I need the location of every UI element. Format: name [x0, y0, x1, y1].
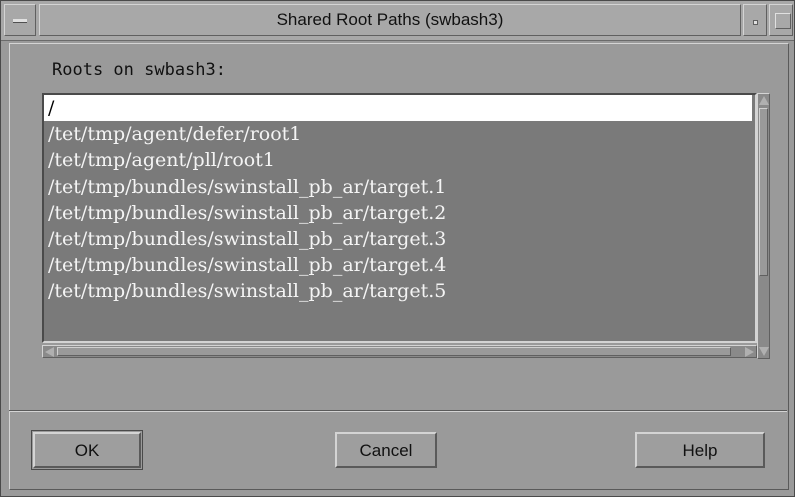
help-button-frame: Help — [633, 430, 767, 470]
maximize-icon — [775, 13, 791, 29]
vertical-scroll-thumb[interactable] — [759, 108, 768, 276]
roots-label: Roots on swbash3: — [52, 60, 226, 80]
ok-button-default-frame: OK — [31, 430, 143, 470]
list-item[interactable]: /tet/tmp/bundles/swinstall_pb_ar/target.… — [44, 252, 752, 278]
list-item[interactable]: /tet/tmp/bundles/swinstall_pb_ar/target.… — [44, 200, 752, 226]
list-item[interactable]: /tet/tmp/agent/defer/root1 — [44, 121, 752, 147]
scroll-left-arrow-icon[interactable] — [45, 347, 54, 357]
list-item[interactable]: /tet/tmp/bundles/swinstall_pb_ar/target.… — [44, 226, 752, 252]
horizontal-scroll-thumb[interactable] — [57, 347, 731, 356]
roots-list[interactable]: //tet/tmp/agent/defer/root1/tet/tmp/agen… — [44, 95, 752, 341]
ok-button[interactable]: OK — [33, 432, 141, 468]
minimize-icon — [753, 20, 758, 25]
scroll-down-arrow-icon[interactable] — [759, 347, 769, 356]
cancel-button[interactable]: Cancel — [335, 432, 437, 468]
minimize-button[interactable] — [743, 4, 767, 36]
list-item[interactable]: /tet/tmp/agent/pll/root1 — [44, 147, 752, 173]
window-menu-icon — [13, 19, 27, 23]
window-title[interactable]: Shared Root Paths (swbash3) — [39, 4, 741, 36]
horizontal-scrollbar[interactable] — [42, 345, 757, 358]
list-item[interactable]: / — [44, 95, 752, 122]
vertical-scrollbar[interactable] — [757, 93, 770, 359]
scroll-up-arrow-icon[interactable] — [759, 96, 769, 105]
help-button[interactable]: Help — [635, 432, 765, 468]
scroll-right-arrow-icon[interactable] — [745, 347, 754, 357]
title-bar[interactable]: Shared Root Paths (swbash3) — [1, 1, 794, 41]
button-separator — [9, 410, 787, 412]
window-menu-button[interactable] — [4, 4, 36, 36]
list-item[interactable]: /tet/tmp/bundles/swinstall_pb_ar/target.… — [44, 174, 752, 200]
list-item[interactable]: /tet/tmp/bundles/swinstall_pb_ar/target.… — [44, 278, 752, 304]
maximize-button[interactable] — [769, 4, 793, 36]
cancel-button-frame: Cancel — [333, 430, 439, 470]
